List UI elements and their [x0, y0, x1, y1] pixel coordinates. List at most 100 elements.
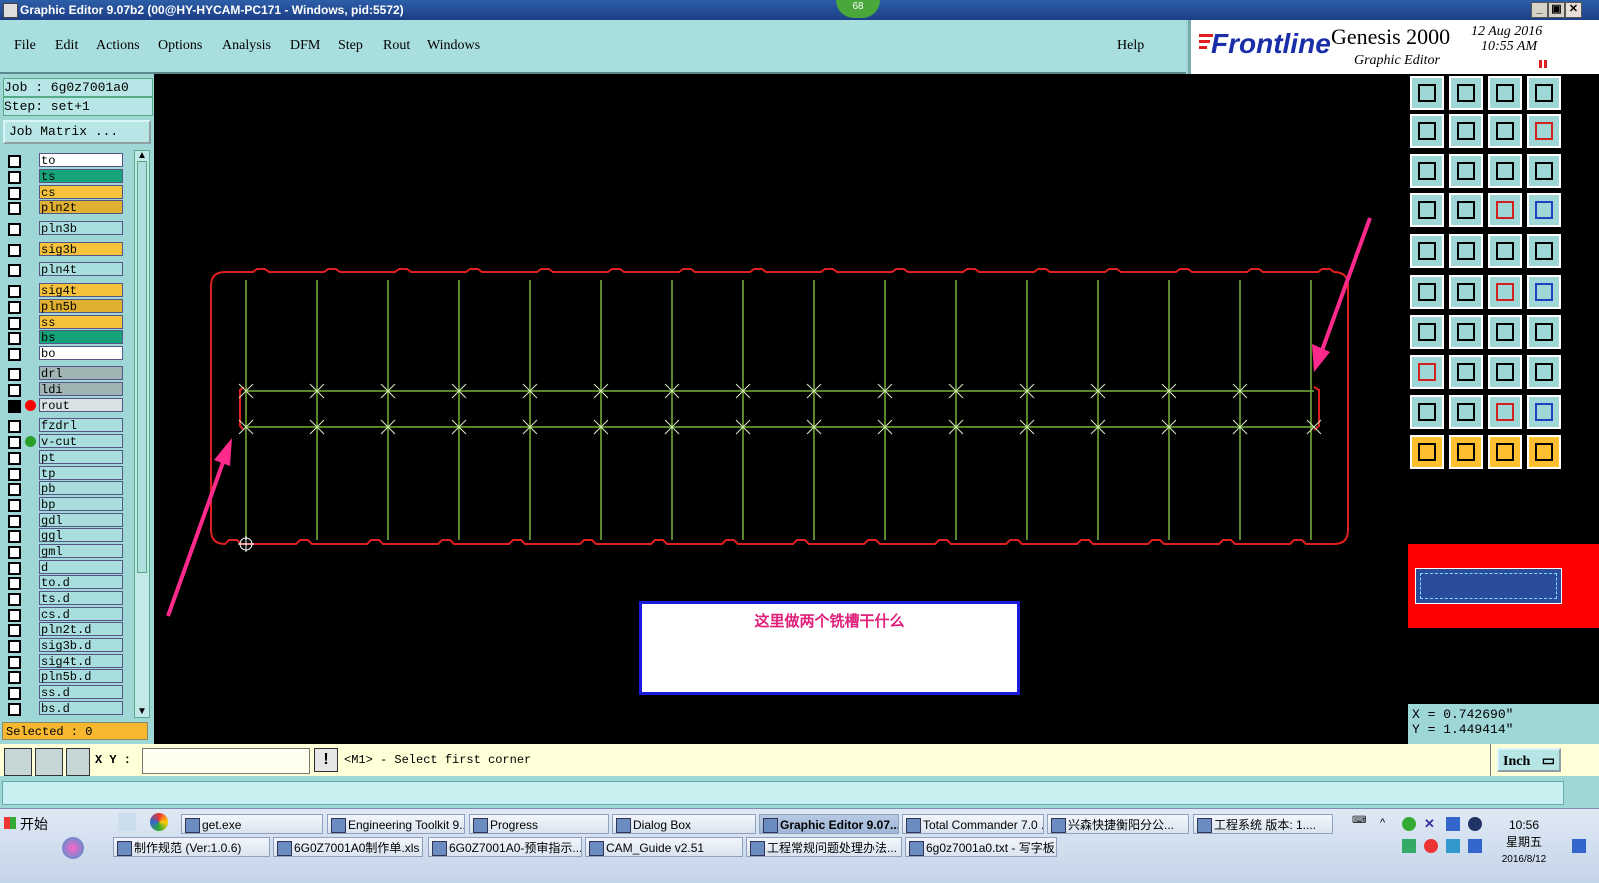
menu-analysis[interactable]: Analysis	[222, 38, 271, 54]
layer-name[interactable]: to	[39, 153, 123, 168]
window-icon[interactable]	[1527, 76, 1561, 110]
menu-dfm[interactable]: DFM	[290, 38, 320, 54]
layer-checkbox[interactable]	[8, 562, 21, 575]
layer-checkbox[interactable]	[8, 671, 21, 684]
zoom-back-icon[interactable]	[1488, 114, 1522, 148]
taskbar-button[interactable]: CAM_Guide v2.51	[585, 837, 743, 857]
home-icon[interactable]	[1488, 76, 1522, 110]
taskbar-button[interactable]: 工程常规问题处理办法...	[746, 837, 902, 857]
save-icon[interactable]	[1449, 76, 1483, 110]
layer-checkbox[interactable]	[8, 301, 21, 314]
layer-row-pln5b.d[interactable]: pln5b.d	[5, 669, 123, 684]
quicklaunch-chrome-icon[interactable]	[150, 813, 168, 831]
cross-icon[interactable]	[1449, 275, 1483, 309]
menu-windows[interactable]: Windows	[427, 38, 480, 54]
layer-checkbox[interactable]	[8, 264, 21, 277]
maximize-button[interactable]: ▣	[1548, 2, 1565, 18]
layer-row-ldi[interactable]: ldi	[5, 382, 123, 397]
minimize-button[interactable]: _	[1531, 2, 1548, 18]
layer-name[interactable]: pln3b	[39, 221, 123, 236]
layer-row-pb[interactable]: pb	[5, 481, 123, 496]
layer-name[interactable]: bs.d	[39, 701, 123, 716]
start-button[interactable]: 开始	[2, 813, 62, 835]
layer-name[interactable]: v-cut	[39, 434, 123, 449]
layer-name[interactable]: gml	[39, 544, 123, 559]
layer-name[interactable]: cs	[39, 185, 123, 200]
tray-network-icon[interactable]	[1446, 817, 1460, 831]
layer-checkbox[interactable]	[8, 368, 21, 381]
taskbar-button[interactable]: 工程系统 版本: 1....	[1193, 814, 1333, 834]
close-button[interactable]: ✕	[1565, 2, 1582, 18]
layer-checkbox[interactable]	[8, 332, 21, 345]
layer-checkbox[interactable]	[8, 624, 21, 637]
layer-row-pln5b[interactable]: pln5b	[5, 299, 123, 314]
tray-shield-icon[interactable]	[1402, 839, 1416, 853]
layer-row-tp[interactable]: tp	[5, 466, 123, 481]
layer-row-sig4t[interactable]: sig4t	[5, 283, 123, 298]
measure-icon[interactable]	[35, 748, 63, 776]
taskbar-button[interactable]: Progress	[469, 814, 609, 834]
menu-edit[interactable]: Edit	[55, 38, 78, 54]
scroll-down-icon[interactable]: ▼	[137, 707, 147, 717]
layer-row-cs.d[interactable]: cs.d	[5, 607, 123, 622]
layer-row-ts[interactable]: ts	[5, 169, 123, 184]
taskbar-button[interactable]: 制作规范 (Ver:1.0.6)	[113, 837, 270, 857]
layer-checkbox[interactable]	[8, 384, 21, 397]
layer-name[interactable]: pb	[39, 481, 123, 496]
layer-name[interactable]: to.d	[39, 575, 123, 590]
taskbar-button[interactable]: Graphic Editor 9.07...	[759, 814, 899, 834]
layer-row-ss[interactable]: ss	[5, 315, 123, 330]
layer-scrollbar[interactable]: ▲ ▼	[134, 150, 150, 718]
taskbar-button[interactable]: 6g0z7001a0.txt - 写字板	[905, 837, 1057, 857]
menu-rout[interactable]: Rout	[383, 38, 410, 54]
layer-name[interactable]: gdl	[39, 513, 123, 528]
layer-checkbox[interactable]	[8, 452, 21, 465]
select-multi-icon[interactable]	[1527, 435, 1561, 469]
layer-checkbox[interactable]	[8, 155, 21, 168]
open-icon[interactable]	[1410, 76, 1444, 110]
layer-checkbox[interactable]	[8, 577, 21, 590]
mountain-small-icon[interactable]	[1410, 395, 1444, 429]
move-red-icon[interactable]	[1410, 355, 1444, 389]
zoom-1to1-icon[interactable]	[1488, 154, 1522, 188]
layer-checkbox[interactable]	[8, 640, 21, 653]
layer-checkbox[interactable]	[8, 609, 21, 622]
taskbar-button[interactable]: Dialog Box	[612, 814, 756, 834]
layer-row-pln2t[interactable]: pln2t	[5, 200, 123, 215]
layer-checkbox[interactable]	[8, 436, 21, 449]
mountain-blue-icon[interactable]	[1527, 395, 1561, 429]
warning-icon[interactable]: !	[314, 748, 338, 772]
layer-checkbox[interactable]	[8, 244, 21, 257]
layer-row-sig4t.d[interactable]: sig4t.d	[5, 654, 123, 669]
layer-checkbox[interactable]	[8, 530, 21, 543]
layer-row-gml[interactable]: gml	[5, 544, 123, 559]
profile-icon[interactable]	[1449, 234, 1483, 268]
layer-row-v-cut[interactable]: v-cut	[5, 434, 123, 449]
menu-actions[interactable]: Actions	[96, 38, 140, 54]
tray-expand-icon[interactable]: ^	[1380, 817, 1394, 831]
tray-bluetooth-icon[interactable]	[1468, 817, 1482, 831]
layer-checkbox[interactable]	[8, 171, 21, 184]
menu-file[interactable]: File	[14, 38, 36, 54]
tray-x-icon[interactable]: ✕	[1424, 817, 1438, 831]
pan-right-icon[interactable]	[1449, 114, 1483, 148]
taskbar-button[interactable]: Total Commander 7.0 ...	[902, 814, 1044, 834]
taskbar-button[interactable]: 兴森快捷衡阳分公...	[1047, 814, 1189, 834]
fit-all-icon[interactable]	[1449, 154, 1483, 188]
layer-row-drl[interactable]: drl	[5, 366, 123, 381]
layer-name[interactable]: sig3b	[39, 242, 123, 257]
layer-name[interactable]: ggl	[39, 528, 123, 543]
angle-icon[interactable]	[1410, 315, 1444, 349]
connect-icon[interactable]	[1410, 275, 1444, 309]
mirror-icon[interactable]	[1527, 315, 1561, 349]
layer-name[interactable]: rout	[39, 398, 123, 413]
layer-row-gdl[interactable]: gdl	[5, 513, 123, 528]
layer-row-cs[interactable]: cs	[5, 185, 123, 200]
layer-name[interactable]: sig4t.d	[39, 654, 123, 669]
layer-checkbox[interactable]	[8, 483, 21, 496]
layer-name[interactable]: sig4t	[39, 283, 123, 298]
menu-help[interactable]: Help	[1117, 38, 1144, 54]
select-box-icon[interactable]	[1449, 435, 1483, 469]
layer-name[interactable]: sig3b.d	[39, 638, 123, 653]
layer-checkbox[interactable]	[8, 499, 21, 512]
